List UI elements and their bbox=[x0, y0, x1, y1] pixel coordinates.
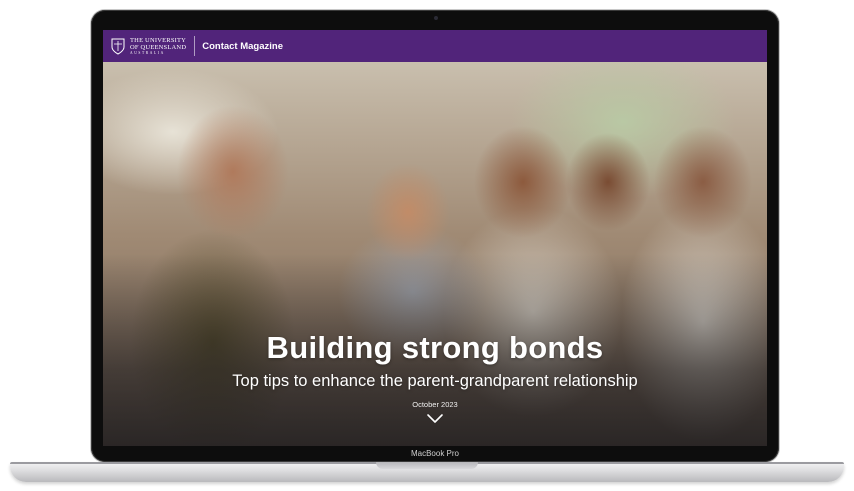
header-divider bbox=[194, 36, 196, 56]
opening-notch bbox=[376, 462, 478, 469]
uq-logo-line3: AUSTRALIA bbox=[130, 50, 165, 55]
camera bbox=[434, 16, 438, 20]
site-header: THE UNIVERSITY OF QUEENSLAND AUSTRALIA C… bbox=[103, 30, 767, 62]
browser-viewport: Building strong bonds Top tips to enhanc… bbox=[103, 30, 767, 446]
uq-logo-text[interactable]: THE UNIVERSITY OF QUEENSLAND AUSTRALIA bbox=[130, 37, 186, 56]
uq-crest-icon[interactable] bbox=[111, 38, 125, 55]
laptop-base bbox=[10, 462, 844, 482]
publish-date: October 2023 bbox=[412, 400, 458, 409]
site-title-link[interactable]: Contact Magazine bbox=[202, 41, 283, 52]
hero-headline: Building strong bonds bbox=[266, 330, 604, 365]
uq-logo-line2: OF QUEENSLAND bbox=[130, 43, 187, 51]
uq-logo-line1: THE UNIVERSITY bbox=[130, 36, 187, 44]
laptop-lid: Building strong bonds Top tips to enhanc… bbox=[91, 10, 779, 462]
hero-subtitle: Top tips to enhance the parent-grandpare… bbox=[232, 372, 638, 390]
device-label: MacBook Pro bbox=[410, 449, 460, 458]
chevron-down-icon[interactable] bbox=[426, 413, 444, 425]
hero-image: Building strong bonds Top tips to enhanc… bbox=[103, 62, 767, 446]
